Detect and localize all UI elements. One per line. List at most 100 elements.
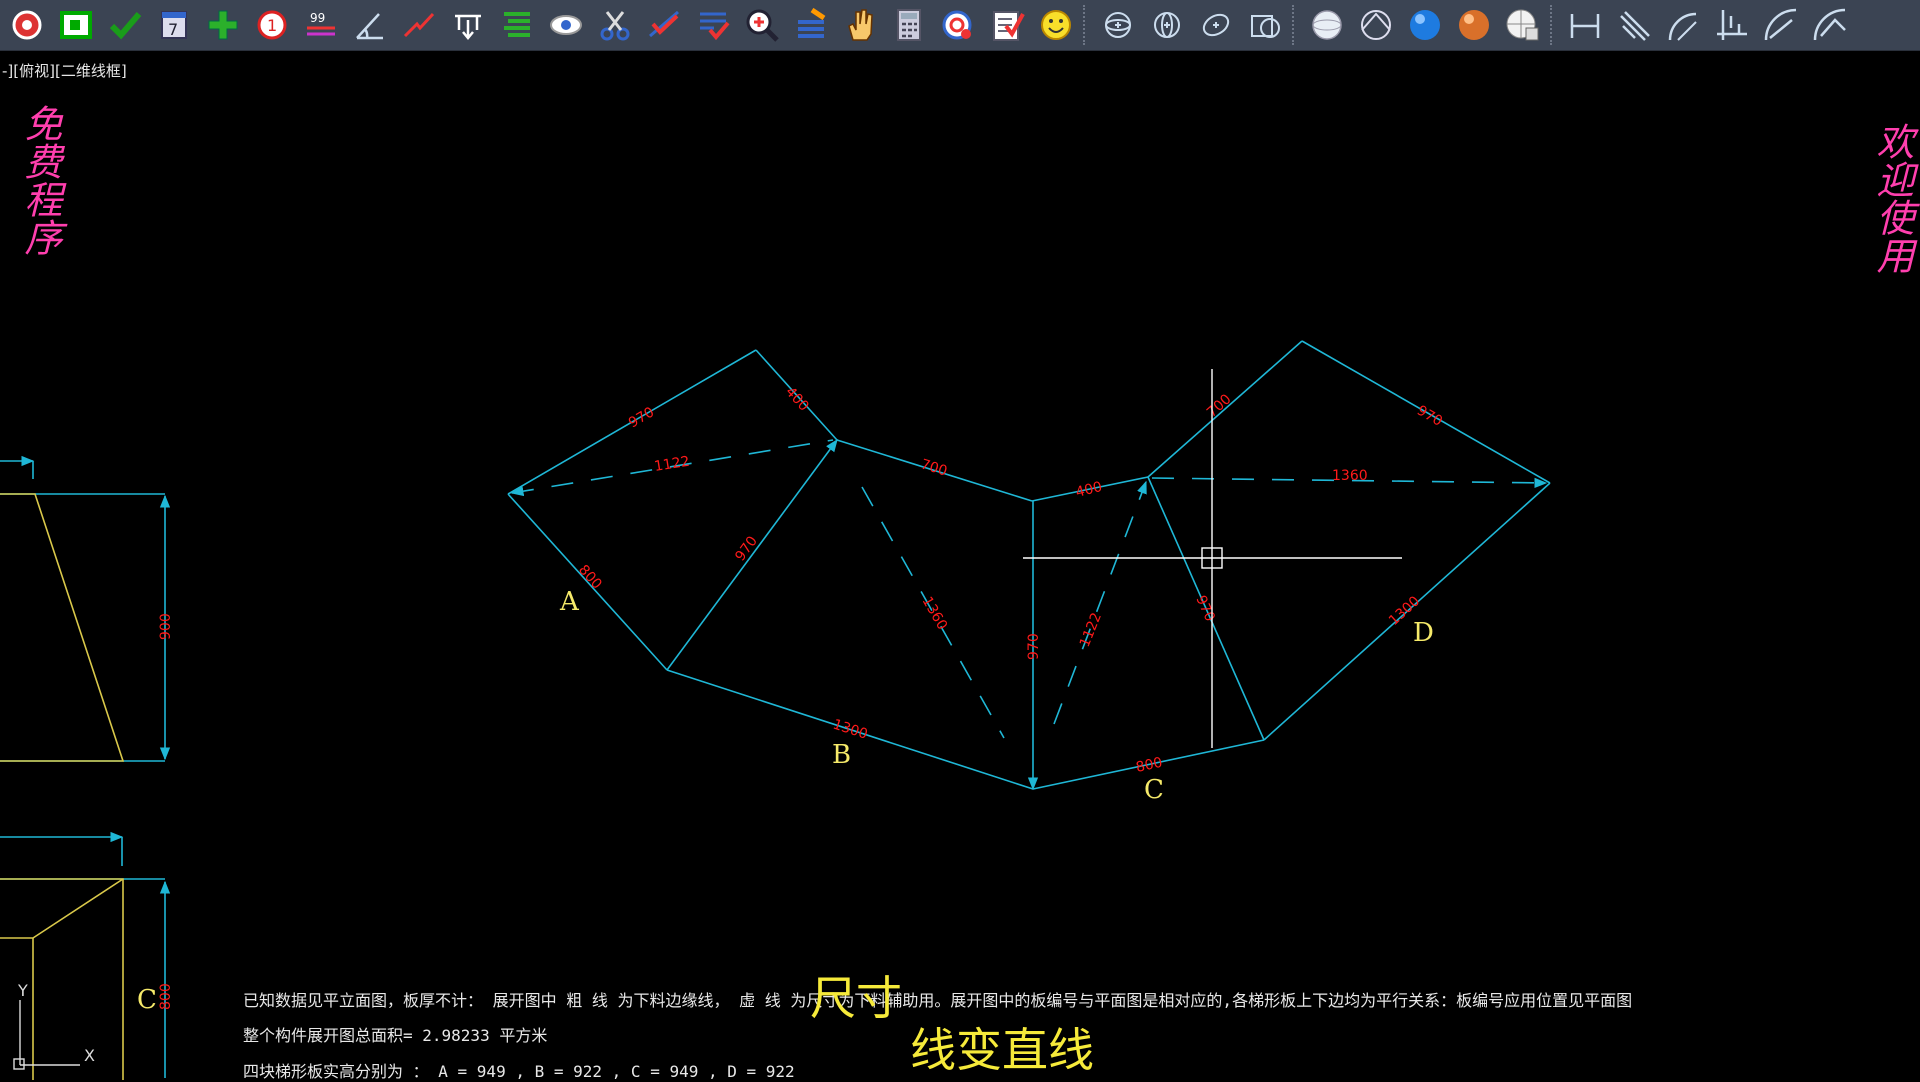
drawing-canvas[interactable]: 970 400 1122 700 970 800 1360 1300 970 4… <box>0 50 1920 1080</box>
check-button[interactable] <box>103 3 147 47</box>
radius-dim-icon <box>1764 8 1797 41</box>
calendar-button[interactable]: 7 <box>152 3 196 47</box>
crosshair-cursor <box>1023 369 1402 748</box>
dim-text: 970 <box>1026 633 1042 660</box>
orange-sphere-icon <box>1459 10 1489 40</box>
smiley-button[interactable] <box>1034 3 1078 47</box>
layer-edit-icon <box>798 7 826 38</box>
piece-labels: A B C D <box>559 587 1434 805</box>
checklist-button[interactable] <box>985 3 1029 47</box>
orbit-free-button[interactable] <box>1145 3 1189 47</box>
number-circle-icon: 1 <box>257 10 287 40</box>
aux-lines <box>510 439 1548 739</box>
label-b: B <box>832 740 851 770</box>
dimension-icon <box>455 14 481 40</box>
orbit-continuous-button[interactable] <box>1194 3 1238 47</box>
toolbar-separator <box>1550 5 1558 45</box>
dim-text: 1360 <box>1332 468 1368 484</box>
extend-check-icon <box>649 10 679 38</box>
scissors-button[interactable] <box>593 3 637 47</box>
frame-button[interactable] <box>54 3 98 47</box>
frame-icon <box>60 11 92 39</box>
dim-text: 700 <box>1204 391 1235 421</box>
dim-text: 1300 <box>831 717 870 743</box>
arc-dim-icon <box>1668 12 1697 41</box>
linear-dim-button[interactable] <box>1563 3 1607 47</box>
caption-size: 尺寸 <box>810 971 902 1025</box>
break-line-button[interactable] <box>397 3 441 47</box>
align-lines-button[interactable] <box>495 3 539 47</box>
dimension-button[interactable] <box>446 3 490 47</box>
orbit-button[interactable] <box>1096 3 1140 47</box>
list-check-icon <box>700 12 730 41</box>
linear-dim-icon <box>1570 14 1600 38</box>
note-line-2: 整个构件展开图总面积= 2.98233 平方米 <box>243 1026 548 1045</box>
orange-sphere-button[interactable] <box>1452 3 1496 47</box>
check-icon <box>109 12 142 40</box>
calculator-button[interactable] <box>887 3 931 47</box>
arc-dim-button[interactable] <box>1661 3 1705 47</box>
dim-text: 800 <box>1135 755 1164 776</box>
angle-arc-icon <box>356 13 383 40</box>
number-circle-button[interactable]: 1 <box>250 3 294 47</box>
elev-label-c: C <box>137 985 157 1015</box>
ucs-x-label: X <box>84 1046 95 1065</box>
list-check-button[interactable] <box>691 3 735 47</box>
note-line-1: 已知数据见平立面图，板厚不计： 展开图中 粗 线 为下料边缘线， 虚 线 为尺寸… <box>243 991 1633 1010</box>
region-button[interactable] <box>1243 3 1287 47</box>
text-lines-button[interactable]: 99 <box>299 3 343 47</box>
dashed-line <box>1053 480 1147 725</box>
label-a: A <box>559 587 580 617</box>
settings-gear-icon <box>12 10 42 40</box>
calculator-icon <box>897 9 921 41</box>
dim-text: 970 <box>1192 593 1217 624</box>
orbit-free-icon <box>1154 12 1180 38</box>
wire-sphere-icon <box>1312 10 1342 40</box>
ucs-axis-icon <box>13 1000 80 1070</box>
dim-text: 970 <box>1414 403 1445 430</box>
zoom-in-icon <box>746 9 779 42</box>
target-button[interactable] <box>936 3 980 47</box>
target-icon <box>942 10 972 40</box>
layer-edit-button[interactable] <box>789 3 833 47</box>
hidden-sphere-icon <box>1361 10 1391 40</box>
scissors-icon <box>600 11 630 41</box>
hidden-sphere-button[interactable] <box>1354 3 1398 47</box>
aligned-dim-button[interactable] <box>1612 3 1656 47</box>
pan-hand-button[interactable] <box>838 3 882 47</box>
label-d: D <box>1413 618 1434 648</box>
eye-button[interactable] <box>544 3 588 47</box>
orbit-continuous-icon <box>1202 13 1230 37</box>
extend-check-button[interactable] <box>642 3 686 47</box>
zoom-in-button[interactable] <box>740 3 784 47</box>
blue-sphere-button[interactable] <box>1403 3 1447 47</box>
add-plus-button[interactable] <box>201 3 245 47</box>
dim-text: 800 <box>158 983 174 1010</box>
dim-text: 1122 <box>1077 610 1105 649</box>
wire-sphere-button[interactable] <box>1305 3 1349 47</box>
dim-text: 700 <box>919 457 949 480</box>
aligned-dim-icon <box>1620 11 1650 41</box>
radius-dim-button[interactable] <box>1759 3 1803 47</box>
dim-text: 800 <box>575 562 605 593</box>
caption-straight-line: 线变直线 <box>910 1023 1094 1077</box>
blue-sphere-icon <box>1410 10 1440 40</box>
ordinate-dim-button[interactable] <box>1710 3 1754 47</box>
dim-text: 400 <box>1074 479 1104 501</box>
toolbar: 7 1 99 <box>0 0 1920 51</box>
settings-gear-button[interactable] <box>5 3 49 47</box>
label-c: C <box>1144 775 1164 805</box>
diameter-dim-button[interactable] <box>1808 3 1852 47</box>
elevation-dims: 900 800 <box>158 613 174 1010</box>
break-line-icon <box>403 12 435 38</box>
grid-sphere-button[interactable] <box>1501 3 1545 47</box>
eye-icon <box>550 15 582 35</box>
ordinate-dim-icon <box>1717 10 1747 40</box>
elev-trapezoid <box>0 493 125 762</box>
dimension-texts: 970 400 1122 700 970 800 1360 1300 970 4… <box>575 384 1445 776</box>
toolbar-separator <box>1292 5 1300 45</box>
svg-text:7: 7 <box>168 20 178 39</box>
svg-text:1: 1 <box>267 16 277 35</box>
angle-arc-button[interactable] <box>348 3 392 47</box>
checklist-icon <box>993 11 1025 41</box>
